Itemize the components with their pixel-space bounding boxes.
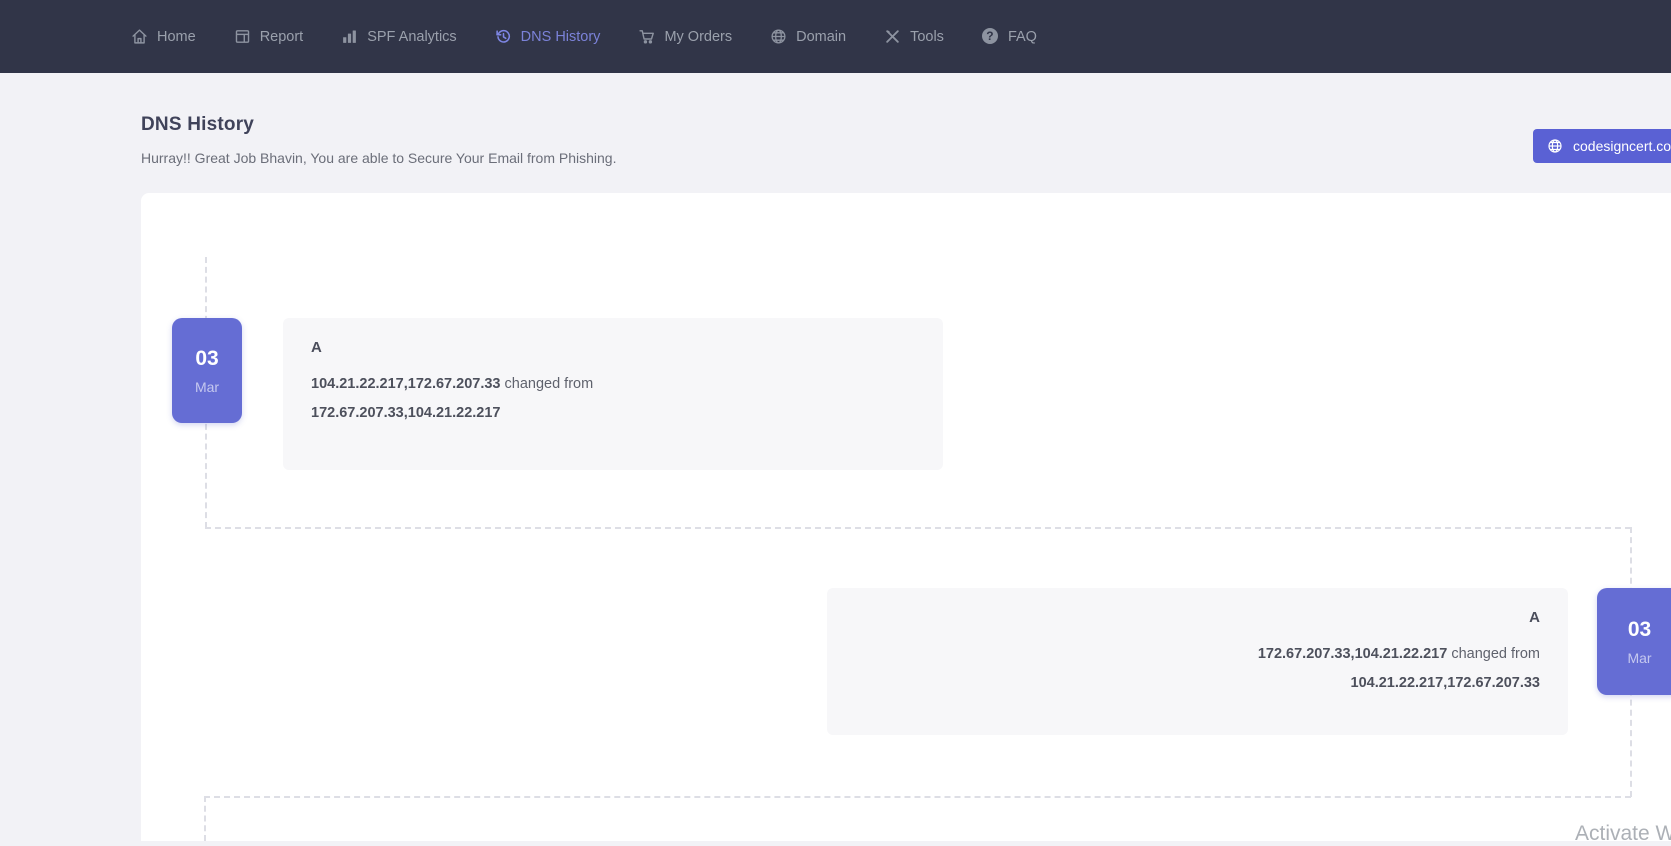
dns-change-card: A 104.21.22.217,172.67.207.33 changed fr…	[283, 318, 943, 470]
nav-item-label: Domain	[796, 29, 846, 45]
record-type: A	[855, 609, 1540, 626]
dns-change-line: 104.21.22.217,172.67.207.33 changed from	[311, 370, 915, 399]
bar-chart-icon	[341, 28, 358, 45]
old-value: 172.67.207.33,104.21.22.217	[311, 405, 500, 421]
nav-item-my-orders[interactable]: My Orders	[638, 28, 732, 45]
nav-item-spf-analytics[interactable]: SPF Analytics	[341, 28, 456, 45]
dns-change-card: A 172.67.207.33,104.21.22.217 changed fr…	[827, 588, 1568, 735]
date-day: 03	[1628, 619, 1651, 640]
nav-item-domain[interactable]: Domain	[770, 28, 846, 45]
nav-item-dns-history[interactable]: DNS History	[495, 28, 601, 45]
dns-change-line: 104.21.22.217,172.67.207.33	[855, 669, 1540, 698]
nav-item-label: My Orders	[664, 29, 732, 45]
nav-item-home[interactable]: Home	[131, 28, 196, 45]
nav-item-label: Home	[157, 29, 196, 45]
page-title: DNS History	[141, 114, 254, 136]
report-icon	[234, 28, 251, 45]
nav-item-label: Report	[260, 29, 304, 45]
dns-change-line: 172.67.207.33,104.21.22.217 changed from	[855, 640, 1540, 669]
tools-icon	[884, 28, 901, 45]
question-circle-icon: ?	[982, 28, 999, 45]
activate-windows-watermark: Activate Wi	[1575, 822, 1671, 846]
date-month: Mar	[1627, 651, 1651, 665]
timeline-connector	[204, 796, 1631, 798]
nav-item-label: DNS History	[521, 29, 601, 45]
changed-from-text: changed from	[505, 376, 594, 392]
timeline-connector	[204, 796, 206, 841]
nav-item-label: FAQ	[1008, 29, 1037, 45]
date-badge: 03 Mar	[1597, 588, 1671, 695]
old-value: 104.21.22.217,172.67.207.33	[1351, 675, 1540, 691]
nav-item-tools[interactable]: Tools	[884, 28, 944, 45]
timeline-connector	[205, 527, 1631, 529]
domain-button-label: codesigncert.co	[1573, 138, 1671, 154]
globe-icon	[770, 28, 787, 45]
cart-icon	[638, 28, 655, 45]
new-value: 104.21.22.217,172.67.207.33	[311, 376, 500, 392]
date-month: Mar	[195, 380, 219, 394]
record-type: A	[311, 339, 915, 356]
globe-icon	[1547, 138, 1563, 154]
history-icon	[495, 28, 512, 45]
nav-item-faq[interactable]: ? FAQ	[982, 28, 1037, 45]
nav-item-label: Tools	[910, 29, 944, 45]
content-panel	[141, 193, 1671, 841]
date-day: 03	[195, 348, 218, 369]
dns-change-line: 172.67.207.33,104.21.22.217	[311, 399, 915, 428]
domain-button[interactable]: codesigncert.co	[1533, 129, 1671, 163]
nav-item-report[interactable]: Report	[234, 28, 304, 45]
page-subtitle: Hurray!! Great Job Bhavin, You are able …	[141, 150, 617, 166]
date-badge: 03 Mar	[172, 318, 242, 423]
nav-item-label: SPF Analytics	[367, 29, 456, 45]
home-icon	[131, 28, 148, 45]
changed-from-text: changed from	[1451, 646, 1540, 662]
new-value: 172.67.207.33,104.21.22.217	[1258, 646, 1447, 662]
top-nav: Home Report SPF Analytics DNS History My…	[0, 0, 1671, 73]
